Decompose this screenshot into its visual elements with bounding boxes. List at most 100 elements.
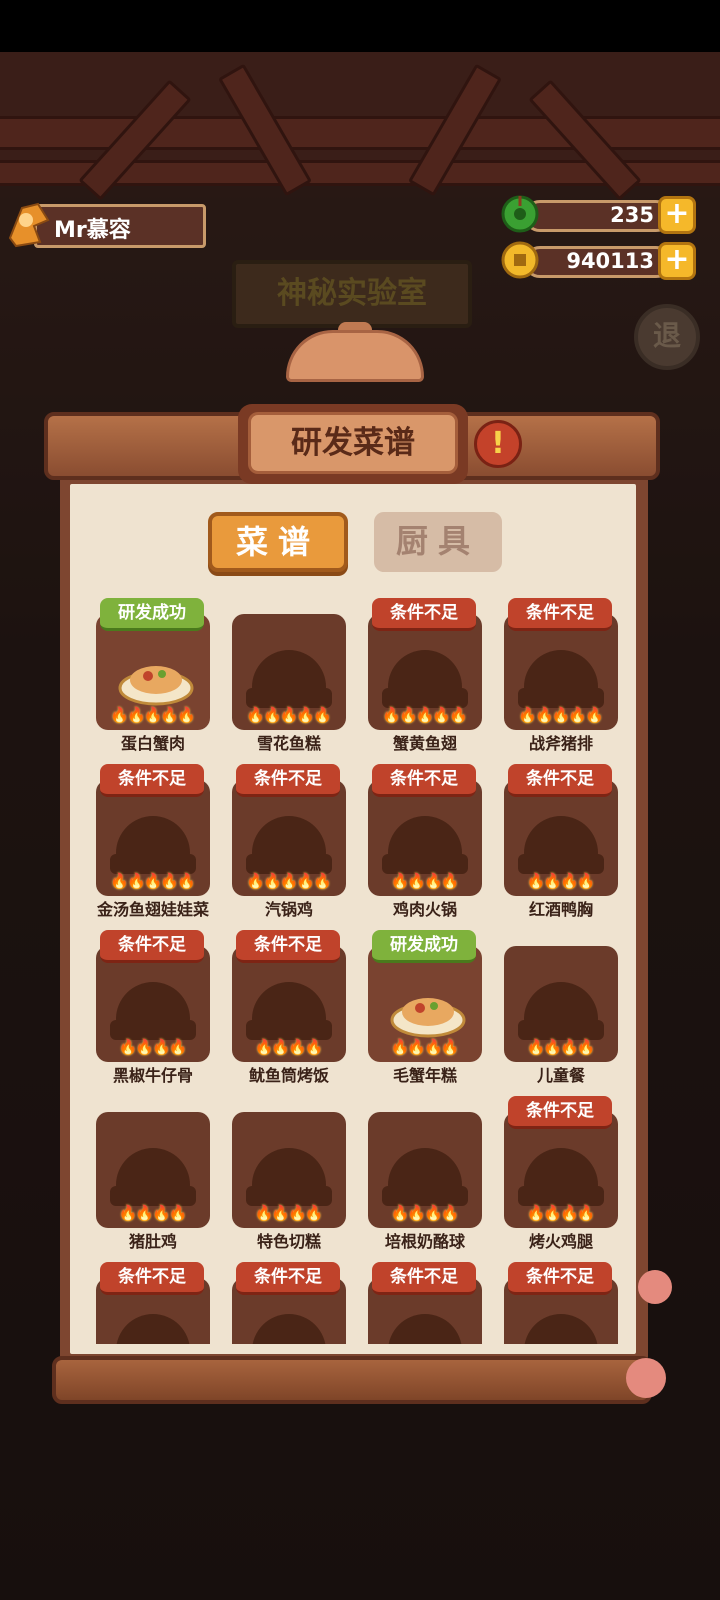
dish-name: 雪花鱼糕 bbox=[256, 734, 321, 753]
locked-dish-silhouette-base bbox=[518, 688, 604, 708]
locked-dish-silhouette bbox=[524, 1314, 598, 1344]
locked-dish-silhouette-base bbox=[246, 1186, 332, 1206]
panel-title: 研发菜谱 bbox=[248, 412, 458, 474]
recipe-card[interactable]: 条件不足 bbox=[226, 1260, 346, 1344]
recipe-card[interactable]: 🔥🔥🔥🔥🔥 条件不足 汽锅鸡 bbox=[226, 762, 346, 922]
recipe-grid: 🔥🔥🔥🔥🔥 研发成功 蛋白蟹肉 🔥🔥🔥🔥🔥 雪花鱼糕 🔥🔥🔥🔥🔥 条件不足 蟹黄鱼翅 🔥🔥🔥🔥🔥… bbox=[90, 596, 618, 1344]
recipe-card-bg: 🔥🔥🔥🔥🔥 bbox=[96, 614, 210, 730]
difficulty-flames: 🔥🔥🔥🔥 bbox=[368, 1204, 482, 1222]
status-badge: 条件不足 bbox=[508, 1262, 612, 1295]
tab-recipes[interactable]: 菜谱 bbox=[208, 512, 348, 572]
status-badge: 条件不足 bbox=[508, 764, 612, 797]
recipe-card[interactable]: 🔥🔥🔥🔥 儿童餐 bbox=[498, 928, 618, 1088]
locked-dish-silhouette bbox=[116, 1314, 190, 1344]
locked-dish-silhouette-base bbox=[382, 854, 468, 874]
difficulty-flames: 🔥🔥🔥🔥 bbox=[504, 1204, 618, 1222]
recipe-card[interactable]: 条件不足 bbox=[498, 1260, 618, 1344]
recipe-card-bg: 🔥🔥🔥🔥 bbox=[504, 946, 618, 1062]
dish-icon bbox=[118, 666, 194, 706]
dish-name: 汽锅鸡 bbox=[264, 900, 313, 919]
dish-name: 猪肚鸡 bbox=[128, 1232, 177, 1251]
recipe-card[interactable]: 🔥🔥🔥🔥 条件不足红酒鸭胸 bbox=[498, 762, 618, 922]
recipe-card[interactable]: 🔥🔥🔥🔥 研发成功毛蟹年糕 bbox=[362, 928, 482, 1088]
locked-dish-silhouette-base bbox=[246, 688, 332, 708]
recipe-card-bg: 🔥🔥🔥🔥 bbox=[96, 946, 210, 1062]
locked-dish-silhouette-base bbox=[518, 1186, 604, 1206]
recipe-card[interactable]: 条件不足 bbox=[362, 1260, 482, 1344]
add-jade-button[interactable]: + bbox=[658, 196, 696, 234]
recipe-card-bg: 🔥🔥🔥🔥🔥 bbox=[504, 614, 618, 730]
locked-dish-silhouette-base bbox=[382, 688, 468, 708]
recipe-card[interactable]: 🔥🔥🔥🔥 条件不足鱿鱼筒烤饭 bbox=[226, 928, 346, 1088]
tab-utensils[interactable]: 厨具 bbox=[374, 512, 502, 572]
recipe-card[interactable]: 🔥🔥🔥🔥🔥 条件不足 战斧猪排 bbox=[498, 596, 618, 756]
recipe-card[interactable]: 🔥🔥🔥🔥🔥 条件不足 蟹黄鱼翅 bbox=[362, 596, 482, 756]
recipe-card-bg: 🔥🔥🔥🔥 bbox=[368, 780, 482, 896]
dish-name: 鱿鱼筒烤饭 bbox=[248, 1066, 329, 1085]
difficulty-flames: 🔥🔥🔥🔥 bbox=[368, 1038, 482, 1056]
recipe-card[interactable]: 🔥🔥🔥🔥 条件不足 黑椒牛仔骨 bbox=[90, 928, 210, 1088]
jade-counter: 235 + bbox=[500, 194, 696, 234]
recipe-card[interactable]: 🔥🔥🔥🔥 猪肚鸡 bbox=[90, 1094, 210, 1254]
chef-avatar-icon bbox=[8, 202, 50, 248]
status-badge: 条件不足 bbox=[236, 930, 340, 963]
flame-icon: 🔥 bbox=[440, 1038, 460, 1056]
difficulty-flames: 🔥🔥🔥🔥 bbox=[232, 1204, 346, 1222]
difficulty-flames: 🔥🔥🔥🔥 bbox=[232, 1038, 346, 1056]
recipe-card[interactable]: 🔥🔥🔥🔥 特色切糕 bbox=[226, 1094, 346, 1254]
locked-dish-silhouette bbox=[388, 1314, 462, 1344]
recipe-card[interactable]: 🔥🔥🔥🔥🔥 研发成功 蛋白蟹肉 bbox=[90, 596, 210, 756]
locked-dish-silhouette bbox=[252, 1314, 326, 1344]
recipe-card-bg: 🔥🔥🔥🔥 bbox=[232, 1112, 346, 1228]
player-name: Mr慕容 bbox=[54, 218, 131, 243]
recipe-card-bg: 🔥🔥🔥🔥 bbox=[232, 946, 346, 1062]
coin-icon bbox=[501, 241, 539, 279]
recipe-card[interactable]: 🔥🔥🔥🔥 条件不足 烤火鸡腿 bbox=[498, 1094, 618, 1254]
locked-dish-silhouette-base bbox=[110, 1186, 196, 1206]
locked-dish-silhouette-base bbox=[382, 1186, 468, 1206]
status-badge: 条件不足 bbox=[508, 1096, 612, 1129]
recipe-card[interactable]: 🔥🔥🔥🔥🔥 雪花鱼糕 bbox=[226, 596, 346, 756]
status-badge: 研发成功 bbox=[372, 930, 476, 963]
locked-dish-silhouette-base bbox=[110, 1020, 196, 1040]
status-badge: 条件不足 bbox=[236, 1262, 340, 1295]
locked-dish-silhouette-base bbox=[518, 1020, 604, 1040]
recipe-card-bg: 🔥🔥🔥🔥 bbox=[368, 1112, 482, 1228]
locked-dish-silhouette-base bbox=[246, 854, 332, 874]
status-badge: 条件不足 bbox=[372, 1262, 476, 1295]
exit-button[interactable]: 退 bbox=[634, 304, 700, 370]
flame-icon: 🔥 bbox=[168, 1038, 188, 1056]
flame-icon: 🔥 bbox=[576, 1204, 596, 1222]
recipe-card[interactable]: 🔥🔥🔥🔥 条件不足 鸡肉火锅 bbox=[362, 762, 482, 922]
dish-name: 红酒鸭胸 bbox=[528, 900, 593, 919]
jade-icon bbox=[501, 195, 539, 233]
difficulty-flames: 🔥🔥🔥🔥🔥 bbox=[368, 706, 482, 724]
difficulty-flames: 🔥🔥🔥🔥🔥 bbox=[232, 872, 346, 890]
dish-name: 特色切糕 bbox=[256, 1232, 321, 1251]
recipe-card[interactable]: 🔥🔥🔥🔥🔥 条件不足 金汤鱼翅娃娃菜 bbox=[90, 762, 210, 922]
difficulty-flames: 🔥🔥🔥🔥🔥 bbox=[504, 706, 618, 724]
flame-icon: 🔥 bbox=[576, 872, 596, 890]
status-badge: 研发成功 bbox=[100, 598, 204, 631]
dish-name: 蟹黄鱼翅 bbox=[392, 734, 457, 753]
dish-name: 黑椒牛仔骨 bbox=[112, 1066, 193, 1085]
recipe-card-bg: 🔥🔥🔥🔥 bbox=[504, 780, 618, 896]
coin-value: 940113 bbox=[566, 249, 654, 273]
flame-icon: 🔥 bbox=[313, 872, 332, 890]
dish-name: 金汤鱼翅娃娃菜 bbox=[96, 900, 209, 919]
difficulty-flames: 🔥🔥🔥🔥 bbox=[96, 1204, 210, 1222]
flower-decoration bbox=[638, 1270, 672, 1304]
info-button[interactable]: ! bbox=[474, 420, 522, 468]
flame-icon: 🔥 bbox=[177, 872, 196, 890]
recipe-card-bg: 🔥🔥🔥🔥🔥 bbox=[232, 780, 346, 896]
flame-icon: 🔥 bbox=[304, 1204, 324, 1222]
recipe-card[interactable]: 🔥🔥🔥🔥 培根奶酪球 bbox=[362, 1094, 482, 1254]
status-badge: 条件不足 bbox=[372, 764, 476, 797]
jade-value: 235 bbox=[610, 203, 654, 227]
difficulty-flames: 🔥🔥🔥🔥 bbox=[504, 1038, 618, 1056]
add-coins-button[interactable]: + bbox=[658, 242, 696, 280]
recipe-card[interactable]: 条件不足 bbox=[90, 1260, 210, 1344]
dish-name: 毛蟹年糕 bbox=[392, 1066, 457, 1085]
flame-icon: 🔥 bbox=[304, 1038, 324, 1056]
recipe-card-bg: 🔥🔥🔥🔥🔥 bbox=[96, 780, 210, 896]
